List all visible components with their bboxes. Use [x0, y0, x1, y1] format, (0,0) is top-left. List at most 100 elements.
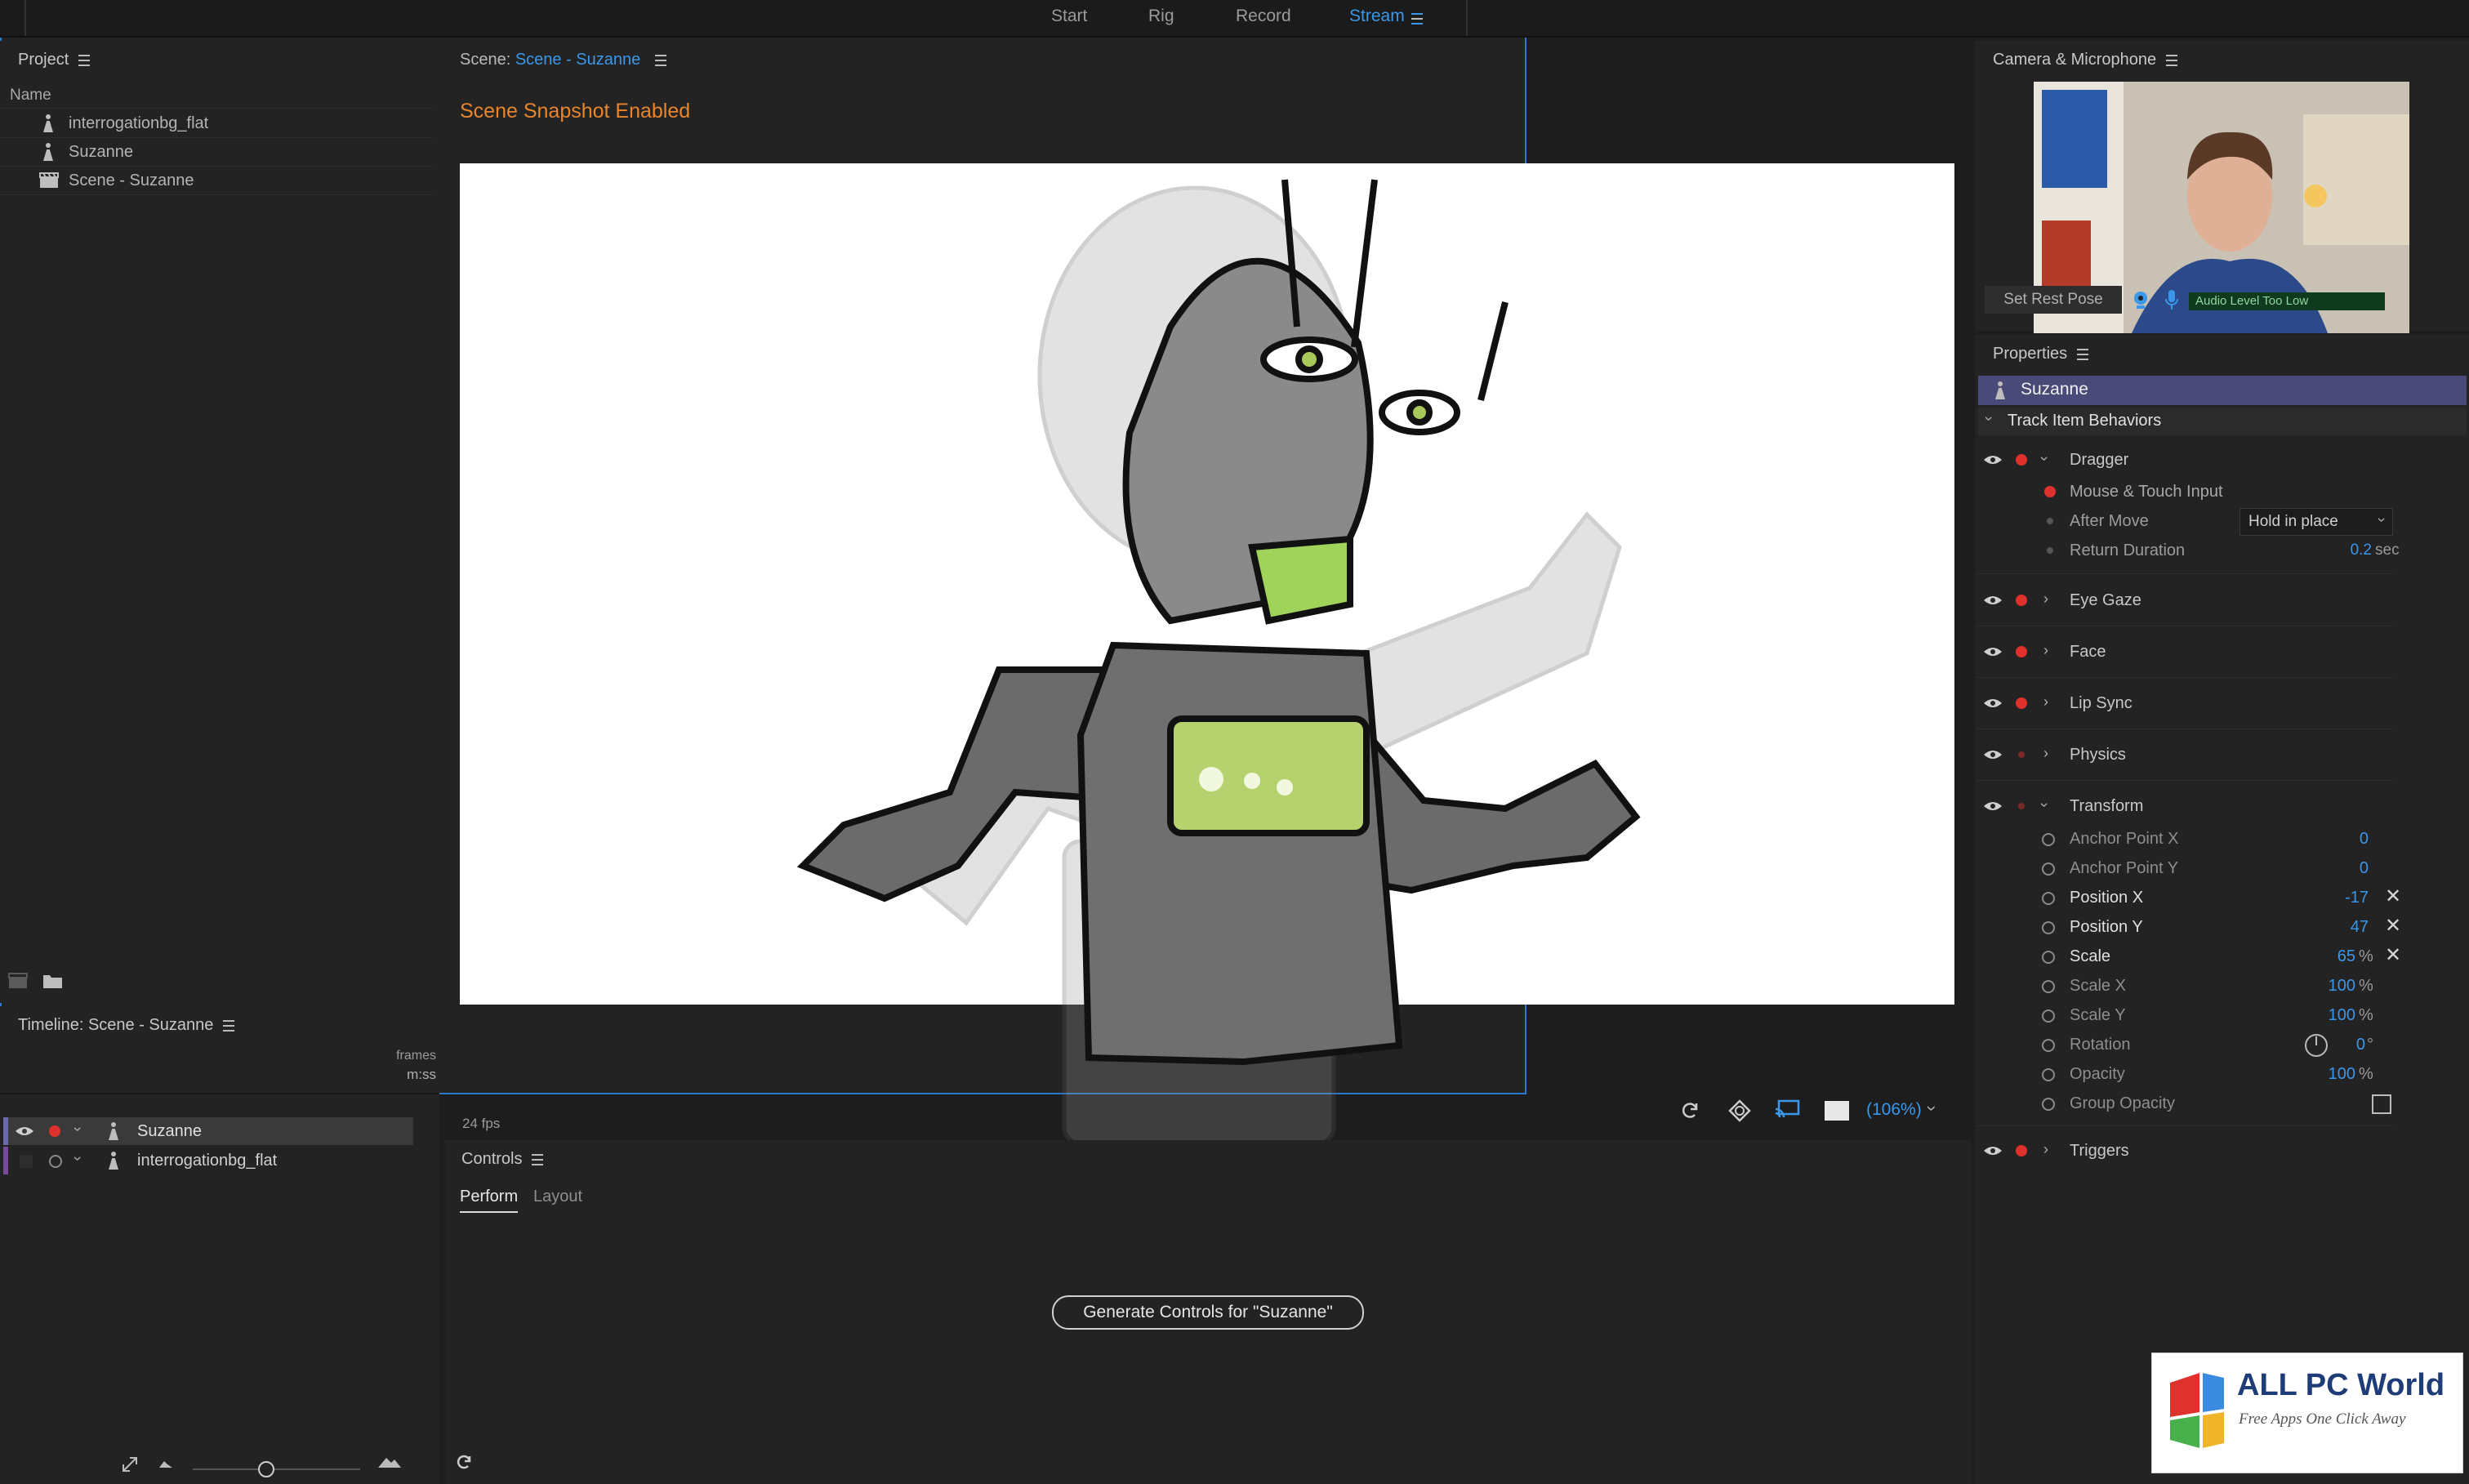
chevron-right-icon[interactable]: › [2043, 590, 2048, 608]
chevron-down-icon[interactable]: › [2036, 803, 2053, 808]
param-ring-icon[interactable] [2042, 1039, 2055, 1052]
reset-x-icon[interactable]: ✕ [2385, 943, 2401, 967]
param-ring-icon[interactable] [2042, 1009, 2055, 1023]
behaviors-section-header[interactable]: › Track Item Behaviors [1978, 408, 2467, 435]
panel-menu-icon[interactable] [2077, 348, 2089, 360]
param-value[interactable]: 47 [2303, 918, 2369, 937]
eye-icon[interactable] [1983, 697, 2003, 709]
chevron-right-icon[interactable]: › [2043, 642, 2048, 659]
tab-perform[interactable]: Perform [460, 1188, 519, 1213]
param-ring-icon[interactable] [2042, 921, 2055, 934]
param-ring-icon[interactable] [2042, 862, 2055, 876]
eye-icon[interactable] [1983, 1145, 2003, 1156]
zoom-slider-track[interactable] [193, 1468, 360, 1470]
workspace-tab-stream[interactable]: Stream [1349, 7, 1405, 26]
column-header-name[interactable]: Name [10, 87, 51, 105]
param-ring-icon[interactable] [2042, 1068, 2055, 1081]
workspace-menu-icon[interactable] [1411, 11, 1423, 26]
eye-icon[interactable] [1983, 749, 2003, 760]
behavior-lip-sync[interactable]: › Lip Sync [1977, 689, 2401, 719]
chevron-right-icon[interactable]: › [2043, 1141, 2048, 1158]
reset-x-icon[interactable]: ✕ [2385, 885, 2401, 908]
chevron-right-icon[interactable]: › [2043, 693, 2048, 711]
after-move-dropdown[interactable]: Hold in place › [2239, 508, 2393, 536]
panel-menu-icon[interactable] [532, 1153, 544, 1165]
param-value[interactable]: 100 [2303, 1065, 2355, 1084]
panel-menu-icon[interactable] [2166, 54, 2178, 66]
return-duration-value[interactable]: 0.2 [2323, 541, 2372, 559]
behavior-transform[interactable]: › Transform [1977, 792, 2401, 822]
visibility-toggle[interactable] [20, 1155, 33, 1168]
timeline-track[interactable]: › interrogationbg_flat [3, 1147, 413, 1174]
stream-output-icon[interactable] [1774, 1099, 1800, 1121]
zoom-slider-handle[interactable] [258, 1461, 274, 1477]
behavior-physics[interactable]: › Physics [1977, 741, 2401, 770]
param-ring-icon[interactable] [2042, 1098, 2055, 1111]
scene-stage[interactable] [460, 163, 1954, 1146]
param-value[interactable]: 0 [2303, 830, 2369, 849]
param-value[interactable]: 0 [2336, 1036, 2365, 1054]
param-value[interactable]: 65 [2303, 947, 2355, 966]
param-ring-icon[interactable] [2042, 951, 2055, 964]
param-value[interactable]: 0 [2303, 859, 2369, 878]
record-arm-off-icon[interactable] [49, 1155, 62, 1168]
eye-icon[interactable] [1983, 595, 2003, 606]
record-arm-icon[interactable] [2016, 454, 2027, 466]
panel-menu-icon[interactable] [654, 54, 666, 66]
camera-toggle-icon[interactable] [2132, 291, 2150, 310]
zoom-dropdown-chevron-icon[interactable]: › [1922, 1105, 1943, 1111]
param-ring-icon[interactable] [2042, 892, 2055, 905]
timeline-track[interactable]: › Suzanne [3, 1117, 413, 1145]
workspace-tab-start[interactable]: Start [1051, 7, 1087, 26]
background-color-swatch[interactable] [1825, 1101, 1849, 1121]
new-scene-icon[interactable] [8, 972, 29, 990]
record-arm-icon[interactable] [2016, 697, 2027, 709]
physics-icon[interactable] [1728, 1099, 1751, 1122]
set-rest-pose-button[interactable]: Set Rest Pose [1985, 286, 2122, 314]
tab-layout[interactable]: Layout [533, 1188, 582, 1206]
reset-x-icon[interactable]: ✕ [2385, 914, 2401, 938]
param-mouse-touch[interactable]: Mouse & Touch Input [1977, 479, 2401, 508]
chevron-down-icon[interactable]: › [1981, 417, 1998, 421]
zoom-out-mountain-icon[interactable] [158, 1459, 173, 1468]
refresh-icon[interactable] [455, 1454, 473, 1472]
eye-icon[interactable] [1983, 646, 2003, 657]
param-value[interactable]: 100 [2303, 977, 2355, 996]
project-item[interactable]: Scene - Suzanne [0, 167, 433, 195]
param-value[interactable]: 100 [2303, 1006, 2355, 1025]
record-arm-icon[interactable] [2016, 1145, 2027, 1156]
group-opacity-checkbox[interactable] [2372, 1094, 2391, 1114]
panel-menu-icon[interactable] [223, 1019, 235, 1032]
chevron-down-icon[interactable]: › [69, 1127, 87, 1132]
zoom-level[interactable]: (106%) [1866, 1100, 1922, 1120]
folder-icon[interactable] [42, 972, 64, 990]
chevron-right-icon[interactable]: › [2043, 745, 2048, 762]
record-arm-off-icon[interactable] [2018, 751, 2025, 758]
workspace-tab-rig[interactable]: Rig [1148, 7, 1174, 26]
behavior-eye-gaze[interactable]: › Eye Gaze [1977, 586, 2401, 616]
record-arm-icon[interactable] [2044, 486, 2056, 497]
eye-icon[interactable] [1983, 800, 2003, 812]
record-arm-icon[interactable] [49, 1125, 60, 1137]
project-item[interactable]: interrogationbg_flat [0, 109, 433, 138]
eye-icon[interactable] [15, 1125, 34, 1137]
eye-icon[interactable] [1983, 454, 2003, 466]
param-ring-icon[interactable] [2042, 980, 2055, 993]
scene-name[interactable]: Scene - Suzanne [515, 51, 640, 69]
behavior-triggers[interactable]: › Triggers [1977, 1137, 2401, 1166]
zoom-in-mountain-icon[interactable] [377, 1455, 402, 1468]
project-item[interactable]: Suzanne [0, 138, 433, 167]
chevron-down-icon[interactable]: › [2036, 457, 2053, 461]
behavior-dragger[interactable]: › Dragger [1977, 446, 2401, 475]
expand-icon[interactable] [121, 1455, 139, 1473]
selected-puppet-row[interactable]: Suzanne [1978, 376, 2467, 405]
microphone-icon[interactable] [2164, 289, 2179, 310]
param-ring-icon[interactable] [2042, 833, 2055, 846]
rotation-dial-icon[interactable] [2303, 1032, 2329, 1058]
refresh-icon[interactable] [1680, 1101, 1700, 1121]
record-arm-off-icon[interactable] [2018, 803, 2025, 809]
panel-menu-icon[interactable] [78, 54, 91, 66]
workspace-tab-record[interactable]: Record [1236, 7, 1291, 26]
record-arm-icon[interactable] [2016, 646, 2027, 657]
record-arm-icon[interactable] [2016, 595, 2027, 606]
